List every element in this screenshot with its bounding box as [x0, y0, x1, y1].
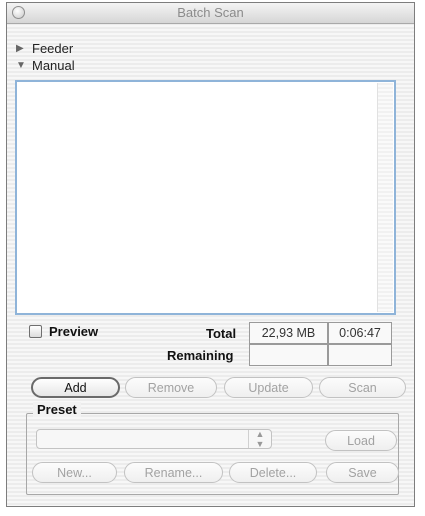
manual-label: Manual [32, 58, 75, 73]
remaining-label: Remaining [167, 348, 234, 363]
preview-label: Preview [49, 324, 99, 339]
preview-checkbox[interactable] [29, 325, 42, 338]
load-button[interactable]: Load [325, 430, 397, 451]
add-button[interactable]: Add [31, 377, 120, 398]
remaining-size-value [249, 344, 328, 366]
total-time-value: 0:06:47 [328, 322, 392, 344]
total-label: Total [206, 326, 237, 341]
feeder-label: Feeder [32, 41, 74, 56]
manual-disclosure[interactable]: ▼ Manual [16, 58, 75, 73]
update-button[interactable]: Update [224, 377, 313, 398]
save-preset-button[interactable]: Save [326, 462, 399, 483]
total-size-value: 22,93 MB [249, 322, 328, 344]
scan-button[interactable]: Scan [319, 377, 406, 398]
title-bar[interactable]: Batch Scan [7, 3, 414, 24]
rename-preset-button[interactable]: Rename... [124, 462, 223, 483]
remove-button[interactable]: Remove [125, 377, 217, 398]
disclosure-open-icon[interactable]: ▼ [16, 60, 26, 71]
feeder-disclosure[interactable]: ▶ Feeder [16, 41, 73, 56]
disclosure-closed-icon[interactable]: ▶ [16, 43, 26, 54]
scrollbar[interactable] [377, 83, 393, 312]
new-preset-button[interactable]: New... [32, 462, 117, 483]
window-title: Batch Scan [177, 5, 244, 20]
delete-preset-button[interactable]: Delete... [229, 462, 317, 483]
scan-list[interactable] [15, 80, 396, 315]
remaining-time-value [328, 344, 392, 366]
preview-option[interactable]: Preview [29, 324, 98, 339]
preset-popup[interactable]: ▲ ▼ [36, 429, 272, 449]
popup-arrows-icon[interactable]: ▲ ▼ [248, 429, 271, 449]
preset-title: Preset [33, 402, 81, 417]
